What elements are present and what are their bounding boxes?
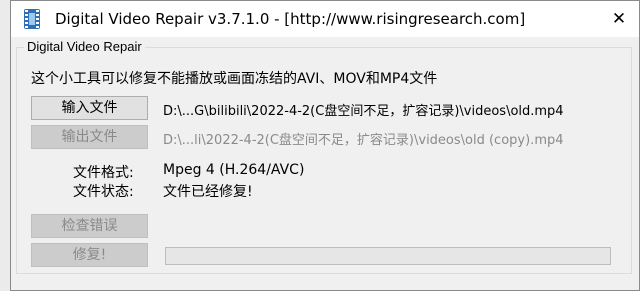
groupbox-label: Digital Video Repair: [24, 39, 145, 54]
input-path: D:\...G\bilibili\2022-4-2(C盘空间不足，扩容记录)\v…: [163, 104, 564, 119]
check-errors-button[interactable]: 检查错误: [31, 214, 148, 238]
output-file-button[interactable]: 输出文件: [31, 125, 148, 149]
progress-bar: [165, 247, 611, 265]
status-value: 文件已经修复!: [163, 184, 253, 200]
repair-button[interactable]: 修复!: [31, 243, 148, 267]
format-label: 文件格式:: [73, 165, 134, 181]
status-label: 文件状态:: [73, 184, 134, 200]
description-text: 这个小工具可以修复不能播放或画面冻结的AVI、MOV和MP4文件: [31, 71, 438, 87]
window-title: Digital Video Repair v3.7.1.0 - [http://…: [55, 10, 526, 28]
background-desktop: [0, 0, 10, 291]
film-strip-icon: [21, 8, 43, 30]
output-path: D:\...li\2022-4-2(C盘空间不足，扩容记录)\videos\ol…: [163, 133, 564, 148]
app-window: Digital Video Repair v3.7.1.0 - [http://…: [10, 0, 640, 291]
close-icon[interactable]: ✕: [609, 9, 629, 29]
title-bar[interactable]: Digital Video Repair v3.7.1.0 - [http://…: [11, 1, 639, 37]
input-file-button[interactable]: 输入文件: [31, 96, 148, 120]
format-value: Mpeg 4 (H.264/AVC): [163, 162, 305, 178]
